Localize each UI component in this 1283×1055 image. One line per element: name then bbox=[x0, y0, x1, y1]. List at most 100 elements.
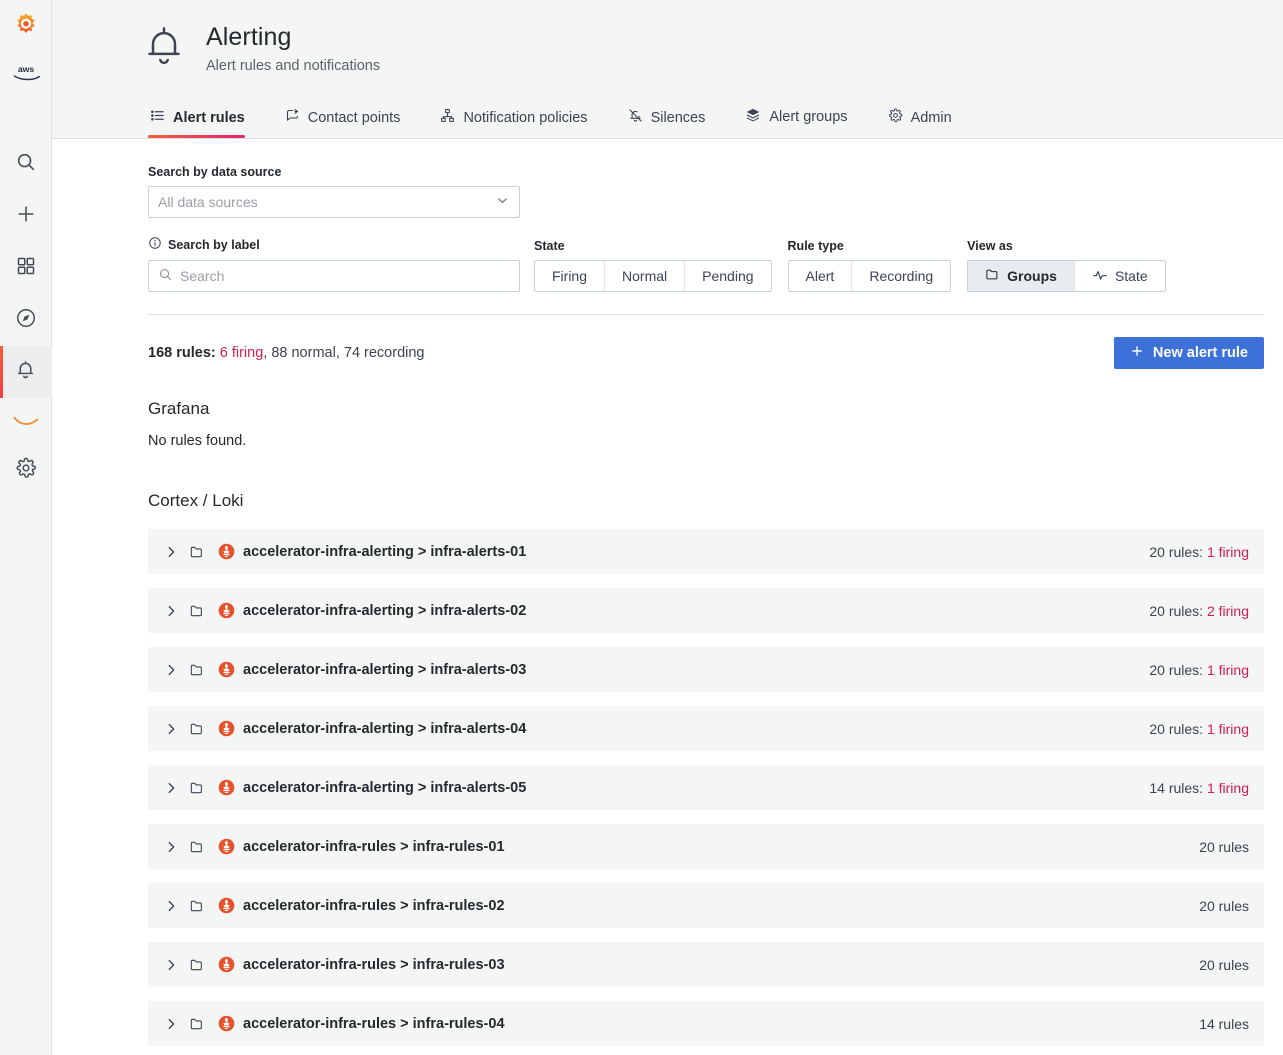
rule-group-count: 20 rules bbox=[1199, 957, 1249, 973]
folder-icon bbox=[183, 780, 211, 796]
ruletype-option-alert[interactable]: Alert bbox=[789, 261, 853, 291]
prometheus-icon bbox=[211, 779, 241, 796]
search-icon bbox=[158, 267, 173, 285]
chevron-right-icon[interactable] bbox=[159, 781, 183, 795]
dashboards-icon bbox=[16, 256, 36, 281]
tab-label: Alert groups bbox=[769, 109, 847, 125]
bell-icon bbox=[15, 359, 36, 385]
table-row[interactable]: accelerator-infra-alerting > infra-alert… bbox=[148, 529, 1264, 574]
app-root: aws bbox=[0, 0, 1283, 1055]
filters-row-2: Search by label Search State Firing bbox=[148, 236, 1264, 292]
compass-icon bbox=[15, 307, 37, 334]
chevron-right-icon[interactable] bbox=[159, 604, 183, 618]
tab-alert-rules[interactable]: Alert rules bbox=[148, 100, 261, 138]
viewas-filter-label: View as bbox=[967, 239, 1165, 253]
firing-count: 2 firing bbox=[1207, 603, 1249, 619]
tab-silences[interactable]: Silences bbox=[626, 100, 722, 138]
datasource-filter-label: Search by data source bbox=[148, 165, 1264, 179]
viewas-option-groups[interactable]: Groups bbox=[968, 261, 1075, 291]
rule-group-count: 20 rules bbox=[1199, 898, 1249, 914]
count-text: 20 rules: bbox=[1149, 603, 1207, 619]
tab-bar: Alert rules Contact points bbox=[52, 99, 1283, 138]
datasource-select[interactable]: All data sources bbox=[148, 186, 520, 218]
tab-alert-groups[interactable]: Alert groups bbox=[743, 99, 863, 138]
list-icon bbox=[150, 108, 165, 127]
chevron-right-icon[interactable] bbox=[159, 722, 183, 736]
chevron-right-icon[interactable] bbox=[159, 958, 183, 972]
sidebar-item-create[interactable] bbox=[0, 190, 52, 242]
rules-firing: 6 firing bbox=[220, 345, 264, 361]
ruletype-option-recording[interactable]: Recording bbox=[852, 261, 950, 291]
folder-icon bbox=[183, 898, 211, 914]
rule-group-name: accelerator-infra-alerting > infra-alert… bbox=[243, 780, 526, 796]
search-icon bbox=[15, 151, 37, 178]
firing-count: 1 firing bbox=[1207, 662, 1249, 678]
chevron-right-icon[interactable] bbox=[159, 545, 183, 559]
prometheus-icon bbox=[211, 838, 241, 855]
sidebar-item-configuration[interactable] bbox=[0, 444, 52, 496]
sidebar-item-explore[interactable] bbox=[0, 294, 52, 346]
prometheus-icon bbox=[211, 602, 241, 619]
rule-group-name: accelerator-infra-alerting > infra-alert… bbox=[243, 721, 526, 737]
table-row[interactable]: accelerator-infra-rules > infra-rules-04… bbox=[148, 1001, 1264, 1046]
page-title: Alerting bbox=[206, 22, 380, 52]
info-circle-icon[interactable] bbox=[148, 236, 162, 253]
table-row[interactable]: accelerator-infra-rules > infra-rules-01… bbox=[148, 824, 1264, 869]
state-radio-group: Firing Normal Pending bbox=[534, 260, 772, 292]
new-alert-rule-button[interactable]: New alert rule bbox=[1114, 337, 1264, 369]
folder-icon bbox=[183, 1016, 211, 1032]
prometheus-icon bbox=[211, 956, 241, 973]
chevron-right-icon[interactable] bbox=[159, 1017, 183, 1031]
aws-logo[interactable]: aws bbox=[0, 50, 52, 94]
ruletype-radio-group: Alert Recording bbox=[788, 260, 952, 292]
section-empty-grafana: No rules found. bbox=[148, 433, 1283, 449]
viewas-option-state[interactable]: State bbox=[1075, 261, 1165, 291]
firing-count: 1 firing bbox=[1207, 544, 1249, 560]
sidebar-item-search[interactable] bbox=[0, 138, 52, 190]
folder-icon bbox=[183, 721, 211, 737]
search-input[interactable]: Search bbox=[148, 260, 520, 292]
state-option-pending[interactable]: Pending bbox=[685, 261, 770, 291]
table-row[interactable]: accelerator-infra-alerting > infra-alert… bbox=[148, 588, 1264, 633]
section-title-cortex-loki: Cortex / Loki bbox=[148, 491, 1283, 511]
folder-icon bbox=[183, 839, 211, 855]
folder-icon bbox=[985, 267, 1000, 285]
aws-smile-icon[interactable] bbox=[0, 398, 52, 444]
sidebar-item-alerting[interactable] bbox=[0, 346, 52, 398]
chevron-down-icon bbox=[495, 193, 510, 211]
count-text: 20 rules: bbox=[1149, 721, 1207, 737]
state-option-normal[interactable]: Normal bbox=[605, 261, 685, 291]
tab-admin[interactable]: Admin bbox=[886, 100, 968, 138]
rules-rest: , 88 normal, 74 recording bbox=[263, 345, 424, 361]
table-row[interactable]: accelerator-infra-rules > infra-rules-02… bbox=[148, 883, 1264, 928]
prometheus-icon bbox=[211, 1015, 241, 1032]
page-header: Alerting Alert rules and notifications A… bbox=[52, 0, 1283, 139]
tab-contact-points[interactable]: Contact points bbox=[283, 100, 417, 138]
chevron-right-icon[interactable] bbox=[159, 840, 183, 854]
rule-group-name: accelerator-infra-alerting > infra-alert… bbox=[243, 662, 526, 678]
prometheus-icon bbox=[211, 720, 241, 737]
chevron-right-icon[interactable] bbox=[159, 899, 183, 913]
viewas-option-state-label: State bbox=[1115, 268, 1148, 284]
table-row[interactable]: accelerator-infra-rules > infra-rules-03… bbox=[148, 942, 1264, 987]
search-input-placeholder: Search bbox=[180, 268, 224, 284]
tab-notification-policies[interactable]: Notification policies bbox=[438, 100, 603, 138]
folder-icon bbox=[183, 544, 211, 560]
rule-group-count: 20 rules: 2 firing bbox=[1149, 603, 1249, 619]
folder-icon bbox=[183, 603, 211, 619]
count-text: 20 rules bbox=[1199, 839, 1249, 855]
table-row[interactable]: accelerator-infra-alerting > infra-alert… bbox=[148, 706, 1264, 751]
chevron-right-icon[interactable] bbox=[159, 663, 183, 677]
datasource-select-value: All data sources bbox=[158, 194, 258, 210]
gear-icon bbox=[888, 108, 903, 127]
rule-group-name: accelerator-infra-rules > infra-rules-04 bbox=[243, 1016, 505, 1032]
table-row[interactable]: accelerator-infra-alerting > infra-alert… bbox=[148, 647, 1264, 692]
table-row[interactable]: accelerator-infra-alerting > infra-alert… bbox=[148, 765, 1264, 810]
state-option-firing[interactable]: Firing bbox=[535, 261, 605, 291]
page-subtitle: Alert rules and notifications bbox=[206, 57, 380, 75]
sidebar-item-dashboards[interactable] bbox=[0, 242, 52, 294]
rule-group-count: 20 rules: 1 firing bbox=[1149, 544, 1249, 560]
content-area: Search by data source All data sources bbox=[52, 139, 1283, 1055]
grafana-logo[interactable] bbox=[0, 0, 52, 50]
ruletype-filter-label: Rule type bbox=[788, 239, 952, 253]
